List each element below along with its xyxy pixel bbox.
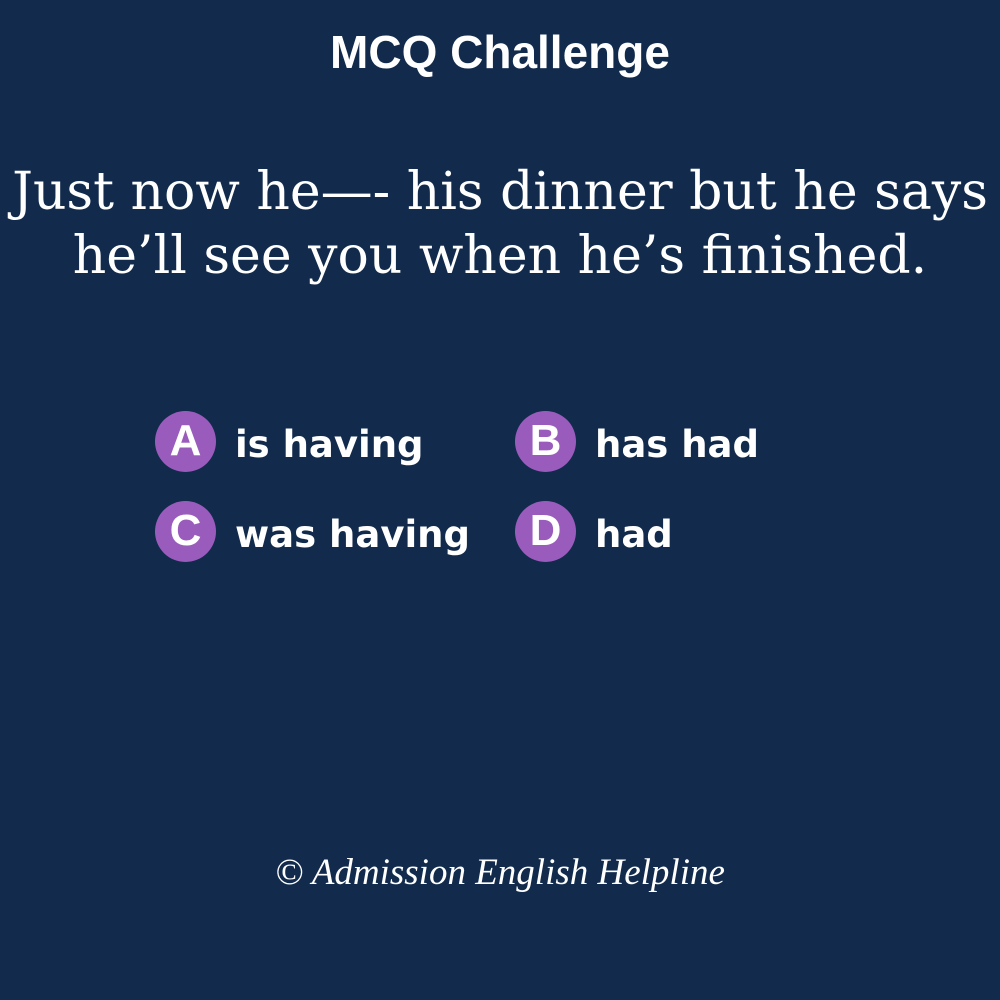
question-line-1: Just now he—- his dinner but he says <box>12 162 988 222</box>
option-d-label: had <box>595 513 673 556</box>
option-d[interactable]: D had <box>515 500 673 562</box>
page-title: MCQ Challenge <box>330 26 670 78</box>
option-b[interactable]: B has had <box>515 410 759 472</box>
option-c-label: was having <box>235 513 470 556</box>
question-text: Just now he—- his dinner but he says he’… <box>0 160 1000 288</box>
copyright-footer: © Admission English Helpline <box>275 852 725 893</box>
option-a-badge: A <box>155 410 216 472</box>
option-c[interactable]: C was having <box>155 500 470 562</box>
question-line-2: he’ll see you when he’s finished. <box>72 226 928 286</box>
option-a[interactable]: A is having <box>155 410 424 472</box>
option-b-badge: B <box>515 410 576 472</box>
option-d-badge: D <box>515 500 576 562</box>
option-c-badge: C <box>155 500 216 562</box>
option-b-label: has had <box>595 423 760 466</box>
option-a-label: is having <box>235 423 424 466</box>
